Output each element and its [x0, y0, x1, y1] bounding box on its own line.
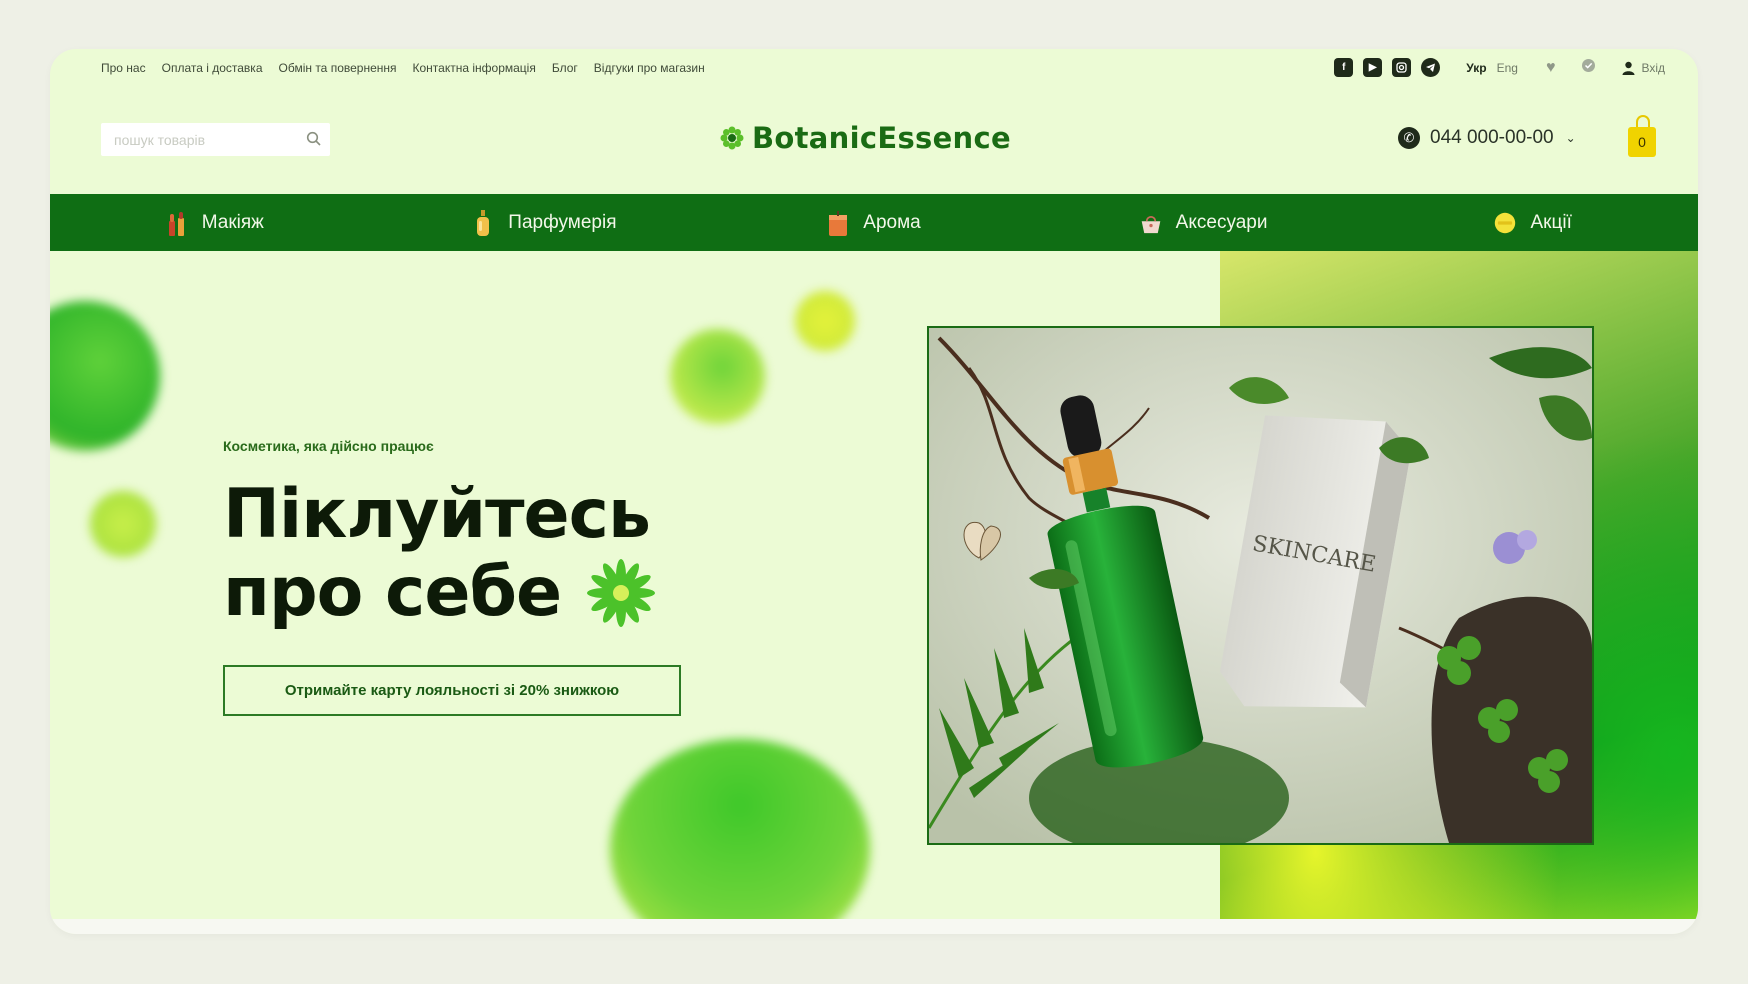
hero-headline: Піклуйтесь про себе — [223, 476, 657, 632]
link-about[interactable]: Про нас — [101, 61, 146, 75]
nav-item-sale[interactable]: Акції — [1368, 194, 1698, 251]
nav-label: Макіяж — [201, 211, 264, 233]
login-link[interactable]: Вхід — [1622, 61, 1665, 75]
instagram-icon[interactable] — [1392, 58, 1412, 77]
chevron-down-icon: ⌄ — [1565, 131, 1576, 145]
top-right-tools: f ▶ Укр Eng ♥ Вхід — [1334, 58, 1665, 77]
shopping-bag-icon: 0 — [1628, 127, 1656, 157]
nav-label: Акції — [1530, 211, 1572, 233]
main-nav: Макіяж Парфумерія Арома Аксесуари Акції — [50, 194, 1698, 251]
lipstick-icon — [166, 209, 188, 237]
product-photo-illustration: SKINCARE — [929, 328, 1592, 843]
phone-icon: ✆ — [1398, 127, 1420, 149]
social-links: f ▶ — [1334, 58, 1441, 77]
site-logo[interactable]: BotanicEssence — [720, 121, 1011, 155]
login-label: Вхід — [1641, 60, 1665, 75]
link-contacts[interactable]: Контактна інформація — [413, 61, 536, 75]
link-returns[interactable]: Обмін та повернення — [279, 61, 397, 75]
lang-ukr[interactable]: Укр — [1466, 61, 1486, 75]
link-payment-delivery[interactable]: Оплата і доставка — [162, 61, 263, 75]
logo-text: BotanicEssence — [752, 121, 1011, 155]
flower-icon — [587, 559, 656, 627]
decor-orb — [795, 291, 855, 351]
perfume-icon — [472, 209, 494, 237]
cart-button[interactable]: 0 — [1628, 115, 1658, 157]
search-box — [101, 123, 330, 156]
phone-dropdown[interactable]: ✆ 044 000-00-00 ⌄ — [1398, 127, 1576, 149]
heart-icon[interactable]: ♥ — [1546, 59, 1556, 76]
search-icon[interactable] — [306, 131, 322, 147]
decor-orb — [50, 301, 160, 451]
user-icon — [1622, 61, 1635, 75]
nav-label: Парфумерія — [508, 211, 617, 233]
telegram-icon[interactable] — [1421, 58, 1441, 77]
decor-orb — [610, 739, 870, 919]
decor-orb — [670, 329, 765, 424]
link-reviews[interactable]: Відгуки про магазин — [594, 61, 705, 75]
headline-line-1: Піклуйтесь — [223, 475, 651, 554]
nav-item-aroma[interactable]: Арома — [709, 194, 1039, 251]
search-input[interactable] — [114, 123, 294, 156]
nav-label: Арома — [863, 211, 921, 233]
loyalty-card-button[interactable]: Отримайте карту лояльності зі 20% знижко… — [223, 665, 681, 716]
decor-orb — [90, 491, 156, 557]
candle-icon — [827, 209, 849, 237]
compare-icon[interactable] — [1581, 58, 1596, 77]
nav-item-makeup[interactable]: Макіяж — [50, 194, 380, 251]
nav-item-perfume[interactable]: Парфумерія — [380, 194, 710, 251]
sale-icon — [1494, 209, 1516, 237]
cart-count: 0 — [1638, 134, 1646, 150]
nav-label: Аксесуари — [1175, 211, 1268, 233]
nav-item-accessories[interactable]: Аксесуари — [1039, 194, 1369, 251]
browser-page: Про нас Оплата і доставка Обмін та повер… — [50, 49, 1698, 934]
headline-row: Піклуйтесь — [223, 476, 657, 554]
page-bottom-strip — [50, 919, 1698, 934]
lang-eng[interactable]: Eng — [1497, 61, 1518, 75]
link-blog[interactable]: Блог — [552, 61, 578, 75]
leaf-logo-icon — [720, 126, 744, 150]
bag-icon — [1140, 209, 1162, 237]
hero-banner: Косметика, яка дійсно працює Піклуйтесь … — [50, 251, 1698, 919]
phone-number: 044 000-00-00 — [1430, 127, 1554, 148]
info-links: Про нас Оплата і доставка Обмін та повер… — [101, 61, 705, 75]
youtube-icon[interactable]: ▶ — [1363, 58, 1383, 77]
top-utility-bar: Про нас Оплата і доставка Обмін та повер… — [50, 49, 1698, 83]
hero-product-image: SKINCARE — [927, 326, 1594, 845]
headline-row: про себе — [223, 554, 657, 632]
hero-tagline: Косметика, яка дійсно працює — [223, 438, 434, 454]
headline-line-2: про себе — [223, 553, 562, 632]
language-switcher: Укр Eng — [1466, 61, 1518, 75]
facebook-icon[interactable]: f — [1334, 58, 1354, 77]
